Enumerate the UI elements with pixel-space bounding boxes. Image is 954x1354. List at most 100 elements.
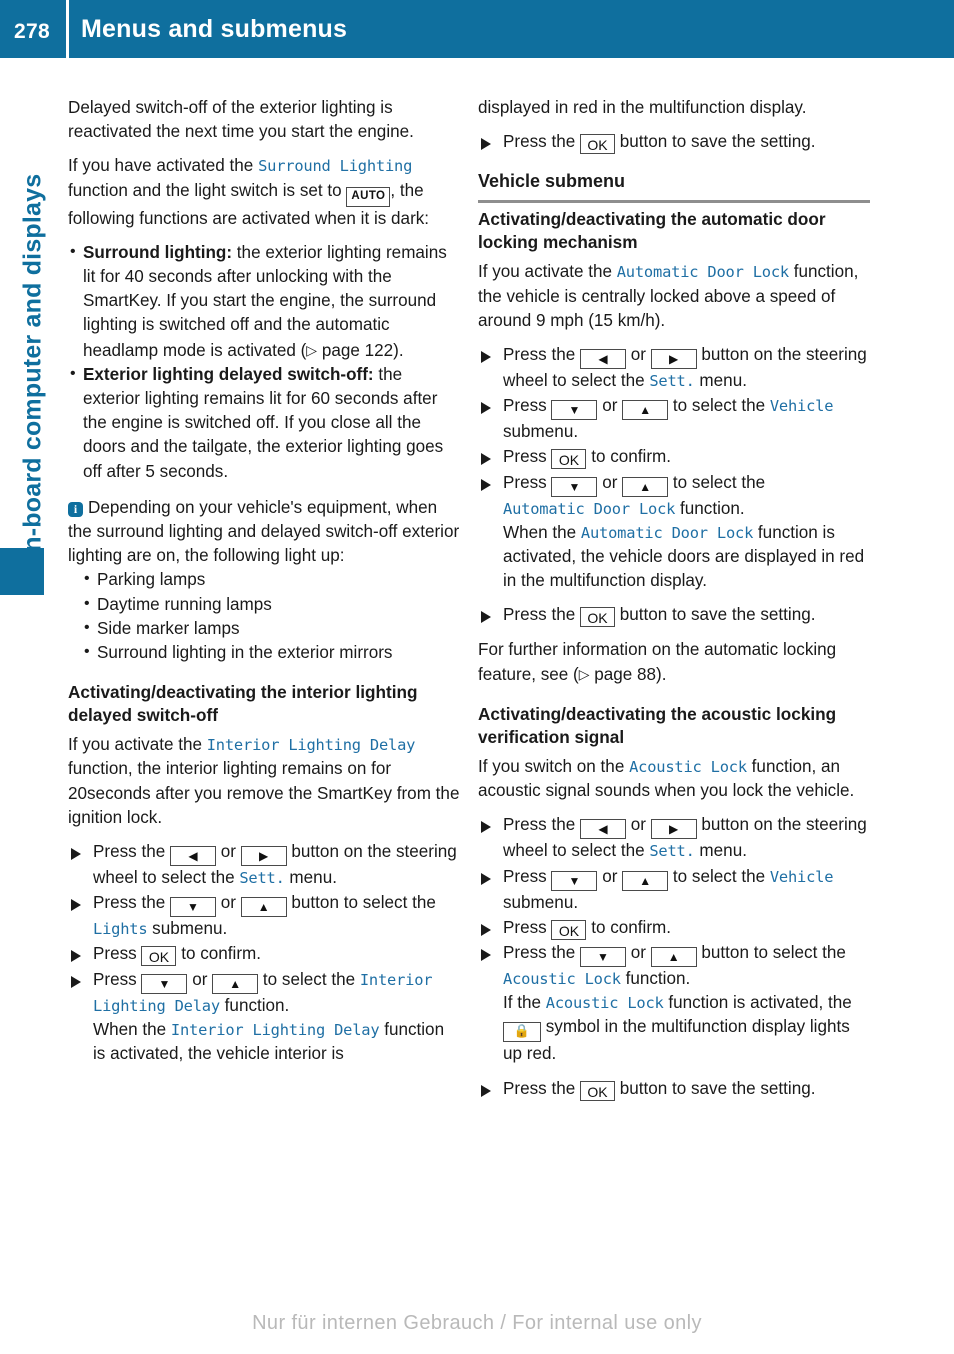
heading-interior-lighting: Activating/deactivating the interior lig… — [68, 682, 418, 726]
step-text: submenu. — [503, 892, 579, 912]
step-text: to confirm. — [586, 447, 671, 467]
term-sett: Sett. — [649, 372, 695, 391]
step-text: submenu. — [503, 422, 579, 442]
ok-icon: OK — [579, 1080, 615, 1101]
term-sett: Sett. — [649, 842, 695, 861]
page-ref-icon: ▷ — [306, 341, 318, 358]
step-text: or — [625, 345, 651, 365]
step-text: function. — [620, 969, 691, 989]
page-header: 278 Menus and submenus — [0, 0, 954, 58]
note-list: Parking lamps Daytime running lamps Side… — [82, 567, 460, 665]
text-fragment: ). — [656, 664, 667, 684]
ok-icon: OK — [579, 607, 615, 628]
step-text: Press the — [93, 893, 170, 913]
bullet-lead: Surround lighting: — [83, 242, 233, 262]
text-fragment: If you activate the — [478, 262, 617, 282]
step-text: button to save the setting. — [614, 605, 816, 625]
step-text: or — [597, 472, 623, 492]
term-interior-lighting-delay: Interior Lighting Delay — [170, 1020, 380, 1039]
paragraph-continued: displayed in red in the multifunction di… — [478, 98, 807, 117]
term-lights: Lights — [93, 920, 148, 939]
list-item: Side marker lamps — [82, 616, 460, 641]
list-item: Parking lamps — [82, 567, 460, 592]
heading-automatic-door-lock: Activating/deactivating the automatic do… — [478, 209, 826, 253]
list-item: Press OK to confirm. — [68, 942, 460, 967]
text-fragment: function and the light switch is set to — [68, 180, 347, 200]
step-text: or — [215, 842, 241, 862]
step-text: to select the — [258, 969, 360, 989]
step-text: Press — [93, 944, 142, 964]
list-item: Press the ◀ or ▶ button on the steering … — [478, 343, 870, 393]
step-text: symbol in the multifunction display ligh… — [503, 1017, 850, 1064]
chapter-thumb-tab — [0, 548, 44, 595]
term-acoustic-lock: Acoustic Lock — [503, 970, 621, 989]
steps-save-setting-1: Press the OK button to save the setting. — [478, 130, 870, 155]
step-text: Press — [503, 866, 552, 886]
term-automatic-door-lock: Automatic Door Lock — [503, 499, 676, 518]
list-item: Press the ▼ or ▲ button to select the Li… — [68, 891, 460, 941]
arrow-up-icon: ▲ — [622, 400, 669, 421]
term-vehicle: Vehicle — [769, 867, 834, 886]
page-title: Menus and submenus — [81, 15, 348, 43]
step-text: button to save the setting. — [614, 1078, 816, 1098]
note-text: Depending on your vehicle's equipment, w… — [68, 497, 460, 566]
steps-acoustic-lock: Press the ◀ or ▶ button on the steering … — [478, 813, 870, 1066]
step-text: When the — [503, 522, 581, 542]
step-text: to select the — [668, 866, 770, 886]
step-text: Press the — [503, 345, 580, 365]
step-text: If the — [503, 993, 546, 1013]
steps-door-lock: Press the ◀ or ▶ button on the steering … — [478, 343, 870, 593]
arrow-left-icon: ◀ — [579, 819, 626, 840]
step-text: function. — [219, 995, 290, 1015]
page-ref-text: page 122 — [317, 340, 394, 360]
step-text: to confirm. — [176, 944, 261, 964]
bullet-text-tail: ). — [393, 340, 404, 360]
step-text: Press the — [503, 1078, 580, 1098]
list-item: Exterior lighting delayed switch-off: th… — [68, 362, 460, 484]
list-item: Press OK to confirm. — [478, 916, 870, 940]
arrow-right-icon: ▶ — [650, 349, 697, 370]
chapter-sidebar: On-board computer and displays — [0, 58, 60, 1354]
step-text: Press the — [93, 842, 170, 862]
step-text: Press the — [503, 132, 580, 152]
arrow-down-icon: ▼ — [169, 897, 216, 918]
arrow-left-icon: ◀ — [579, 349, 626, 370]
bullet-lead: Exterior lighting delayed switch-off: — [83, 364, 374, 384]
list-item: Press ▼ or ▲ to select the Automatic Doo… — [478, 471, 870, 594]
left-text-column: Delayed switch-off of the exterior light… — [68, 96, 460, 1076]
list-item: Press the OK button to save the setting. — [478, 130, 870, 155]
list-item: Surround lighting in the exterior mirror… — [82, 640, 460, 665]
page-ref-text: page 88 — [589, 664, 657, 684]
step-text: menu. — [284, 868, 337, 888]
header-divider — [66, 0, 69, 58]
term-automatic-door-lock: Automatic Door Lock — [580, 523, 754, 542]
paragraph-delayed-switchoff: Delayed switch-off of the exterior light… — [68, 98, 414, 142]
term-acoustic-lock: Acoustic Lock — [629, 758, 747, 777]
info-note: i Depending on your vehicle's equipment, … — [68, 496, 460, 665]
list-item: Surround lighting: the exterior lighting… — [68, 240, 460, 363]
arrow-up-icon: ▲ — [212, 973, 259, 994]
step-text: Press — [503, 917, 552, 937]
arrow-down-icon: ▼ — [551, 400, 598, 421]
step-text: button to save the setting. — [614, 132, 816, 152]
step-text: function. — [675, 498, 745, 518]
paragraph-surround-lighting: If you have activated the Surround Light… — [68, 154, 460, 230]
text-fragment: If you have activated the — [68, 156, 259, 176]
ok-icon: OK — [551, 449, 587, 470]
arrow-up-icon: ▲ — [622, 870, 669, 891]
list-item: Press OK to confirm. — [478, 445, 870, 470]
lighting-functions-list: Surround lighting: the exterior lighting… — [68, 240, 460, 484]
step-text: or — [187, 969, 213, 989]
text-fragment: If you activate the — [68, 735, 207, 755]
step-text: Press — [503, 396, 552, 416]
term-surround-lighting: Surround Lighting — [258, 157, 413, 176]
auto-icon: AUTO — [346, 186, 391, 207]
step-text: button to select the — [286, 893, 436, 913]
arrow-down-icon: ▼ — [551, 476, 598, 497]
step-text: Press — [93, 969, 142, 989]
step-text: menu. — [694, 841, 747, 861]
step-text: When the — [93, 1019, 171, 1039]
step-text: submenu. — [147, 919, 228, 939]
ok-icon: OK — [551, 919, 587, 940]
step-text: button to select the — [696, 943, 846, 963]
